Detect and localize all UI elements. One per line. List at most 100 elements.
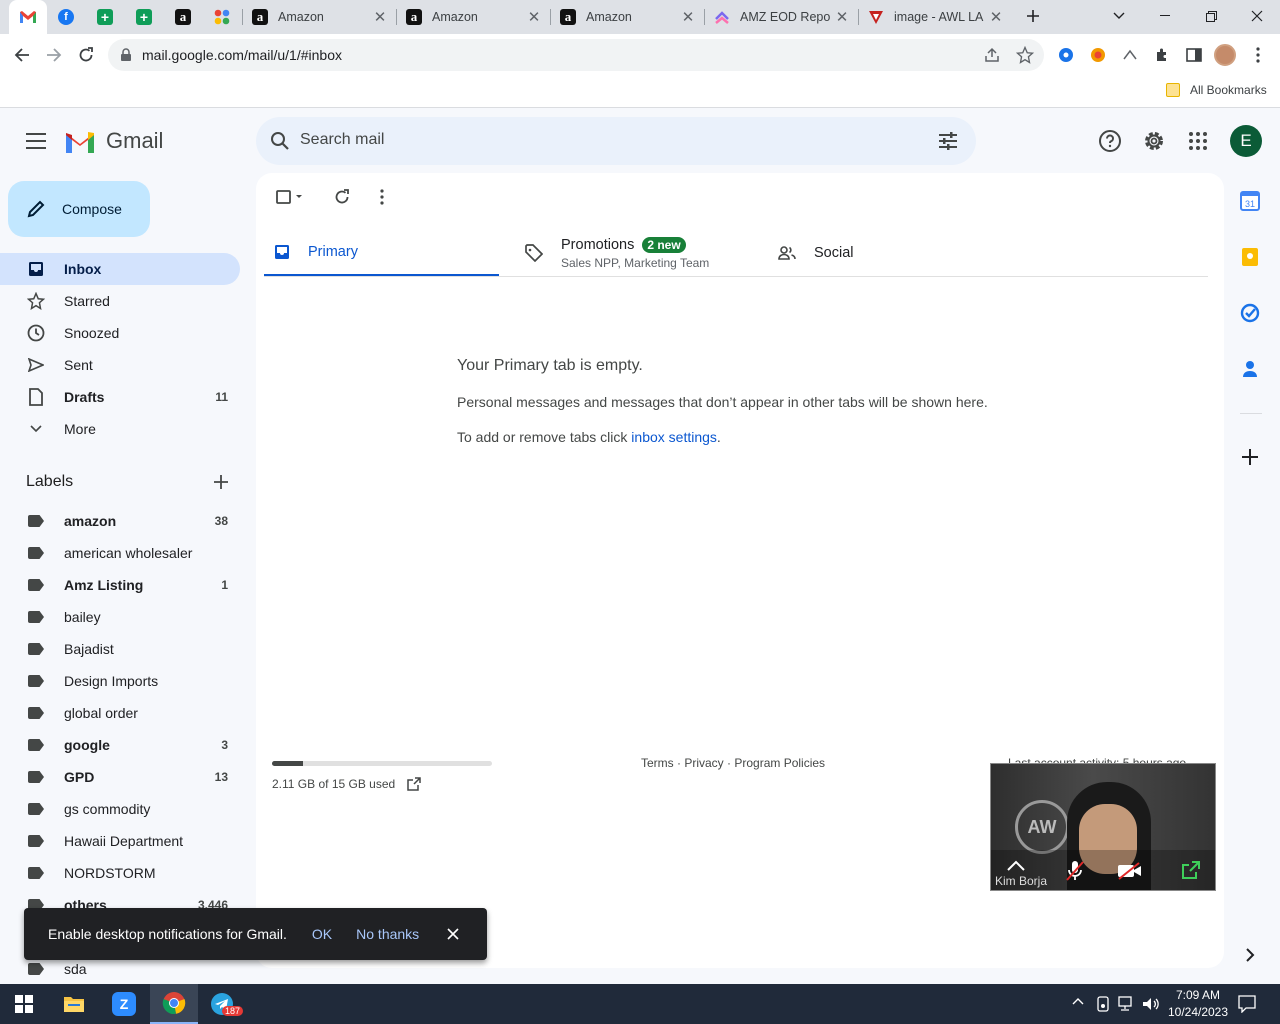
tab-image-awl[interactable]: image - AWL LA ✕	[860, 0, 1014, 34]
all-bookmarks-button[interactable]: All Bookmarks	[1166, 83, 1267, 97]
toast-ok-button[interactable]: OK	[312, 926, 332, 942]
nav-item-more[interactable]: More	[0, 413, 240, 445]
camera-off-icon[interactable]	[1117, 862, 1143, 880]
program-policies-link[interactable]: Program Policies	[734, 756, 825, 770]
kebab-menu-icon[interactable]	[1250, 46, 1266, 64]
extension-icon[interactable]	[1090, 47, 1106, 63]
taskbar-file-explorer[interactable]	[50, 984, 98, 1024]
puzzle-icon[interactable]	[1154, 47, 1170, 63]
search-icon[interactable]	[270, 131, 290, 151]
search-bar[interactable]: Search mail	[256, 117, 976, 165]
action-center-icon[interactable]	[1238, 995, 1256, 1013]
google-apps-grid-icon[interactable]	[1188, 131, 1208, 151]
nav-item-starred[interactable]: Starred	[0, 285, 240, 317]
tab-amazon-2[interactable]: a Amazon ✕	[398, 0, 552, 34]
tab-amazon-3[interactable]: a Amazon ✕	[552, 0, 706, 34]
nav-item-drafts[interactable]: Drafts 11	[0, 381, 240, 413]
taskbar-telegram[interactable]: 187	[198, 984, 246, 1024]
share-icon[interactable]	[984, 47, 1000, 63]
nav-item-inbox[interactable]: Inbox	[0, 253, 240, 285]
label-item[interactable]: google 3	[0, 729, 240, 761]
tab-promotions[interactable]: Promotions 2 new Sales NPP, Marketing Te…	[499, 229, 750, 277]
search-options-icon[interactable]	[938, 131, 958, 151]
terms-link[interactable]: Terms	[641, 756, 674, 770]
tab-social[interactable]: Social	[750, 229, 1001, 277]
side-panel-icon[interactable]	[1186, 47, 1202, 63]
taskbar-chrome[interactable]	[150, 984, 198, 1024]
profile-avatar[interactable]	[1214, 44, 1236, 66]
tab-primary[interactable]: Primary	[264, 229, 499, 277]
calendar-icon[interactable]: 31	[1240, 191, 1262, 213]
privacy-link[interactable]: Privacy	[684, 756, 723, 770]
keep-icon[interactable]	[1240, 247, 1262, 269]
forward-button[interactable]	[38, 39, 70, 71]
chevron-right-icon[interactable]	[1240, 945, 1262, 967]
select-all-checkbox[interactable]	[274, 187, 304, 207]
pinned-tab-sheets[interactable]: +	[86, 0, 124, 34]
more-actions-button[interactable]	[372, 187, 392, 207]
network-icon[interactable]	[1118, 996, 1136, 1012]
nav-item-snoozed[interactable]: Snoozed	[0, 317, 240, 349]
pinned-tab-sheets-2[interactable]: +	[125, 0, 163, 34]
minimize-button[interactable]	[1142, 0, 1188, 32]
label-item[interactable]: Hawaii Department	[0, 825, 240, 857]
close-icon[interactable]: ✕	[526, 9, 542, 26]
search-input[interactable]: Search mail	[300, 131, 384, 149]
label-item[interactable]: gs commodity	[0, 793, 240, 825]
label-item[interactable]: american wholesaler	[0, 537, 240, 569]
start-button[interactable]	[0, 984, 48, 1024]
label-item[interactable]: global order	[0, 697, 240, 729]
chevron-up-icon[interactable]	[1007, 860, 1025, 872]
extension-icon[interactable]	[1122, 47, 1138, 63]
label-item[interactable]: bailey	[0, 601, 240, 633]
gmail-logo[interactable]: Gmail	[64, 128, 163, 154]
add-app-icon[interactable]	[1240, 447, 1262, 469]
close-icon[interactable]: ✕	[680, 9, 696, 26]
pinned-tab-google-apps[interactable]	[203, 0, 241, 34]
contacts-icon[interactable]	[1240, 359, 1262, 381]
pinned-tab-amazon[interactable]: a	[164, 0, 202, 34]
volume-icon[interactable]	[1142, 996, 1160, 1012]
close-icon[interactable]: ✕	[372, 9, 388, 26]
pinned-tab-gmail[interactable]	[9, 0, 47, 34]
toast-no-thanks-button[interactable]: No thanks	[356, 926, 419, 942]
close-icon[interactable]: ✕	[988, 9, 1004, 26]
star-icon[interactable]	[1016, 46, 1034, 64]
tab-amazon-1[interactable]: a Amazon ✕	[244, 0, 398, 34]
reload-button[interactable]	[70, 39, 102, 71]
close-window-button[interactable]	[1234, 0, 1280, 32]
label-item[interactable]: Amz Listing 1	[0, 569, 240, 601]
open-in-new-icon[interactable]	[407, 777, 421, 791]
hamburger-menu-icon[interactable]	[26, 133, 46, 149]
taskbar-zoom[interactable]: Z	[100, 984, 148, 1024]
meet-now-icon[interactable]	[1096, 996, 1110, 1012]
new-tab-button[interactable]	[1010, 0, 1056, 32]
inbox-settings-link[interactable]: inbox settings	[631, 429, 717, 445]
nav-item-sent[interactable]: Sent	[0, 349, 240, 381]
extension-icon[interactable]	[1058, 47, 1074, 63]
close-icon[interactable]	[447, 928, 459, 940]
pop-out-icon[interactable]	[1181, 860, 1201, 880]
compose-button[interactable]: Compose	[8, 181, 150, 237]
tasks-icon[interactable]	[1240, 303, 1262, 325]
show-hidden-icons-icon[interactable]	[1072, 997, 1084, 1005]
label-item[interactable]: amazon 38	[0, 505, 240, 537]
add-label-icon[interactable]	[214, 475, 228, 489]
label-item[interactable]: Design Imports	[0, 665, 240, 697]
account-avatar[interactable]: E	[1230, 125, 1262, 157]
help-icon[interactable]	[1098, 129, 1122, 153]
tab-search-button[interactable]	[1096, 0, 1142, 32]
tab-amz-eod-report[interactable]: AMZ EOD Repo ✕	[706, 0, 860, 34]
label-item[interactable]: Bajadist	[0, 633, 240, 665]
restore-button[interactable]	[1188, 0, 1234, 32]
zoom-video-window[interactable]: AW Kim Borja	[990, 763, 1216, 891]
address-bar[interactable]: mail.google.com/mail/u/1/#inbox	[108, 39, 1044, 71]
close-icon[interactable]: ✕	[834, 9, 850, 26]
label-item[interactable]: GPD 13	[0, 761, 240, 793]
label-item[interactable]: NORDSTORM	[0, 857, 240, 889]
clock[interactable]: 7:09 AM 10/24/2023	[1160, 987, 1236, 1021]
mic-muted-icon[interactable]	[1065, 860, 1085, 882]
refresh-button[interactable]	[332, 187, 352, 207]
pinned-tab-facebook[interactable]: f	[47, 0, 85, 34]
back-button[interactable]	[6, 39, 38, 71]
